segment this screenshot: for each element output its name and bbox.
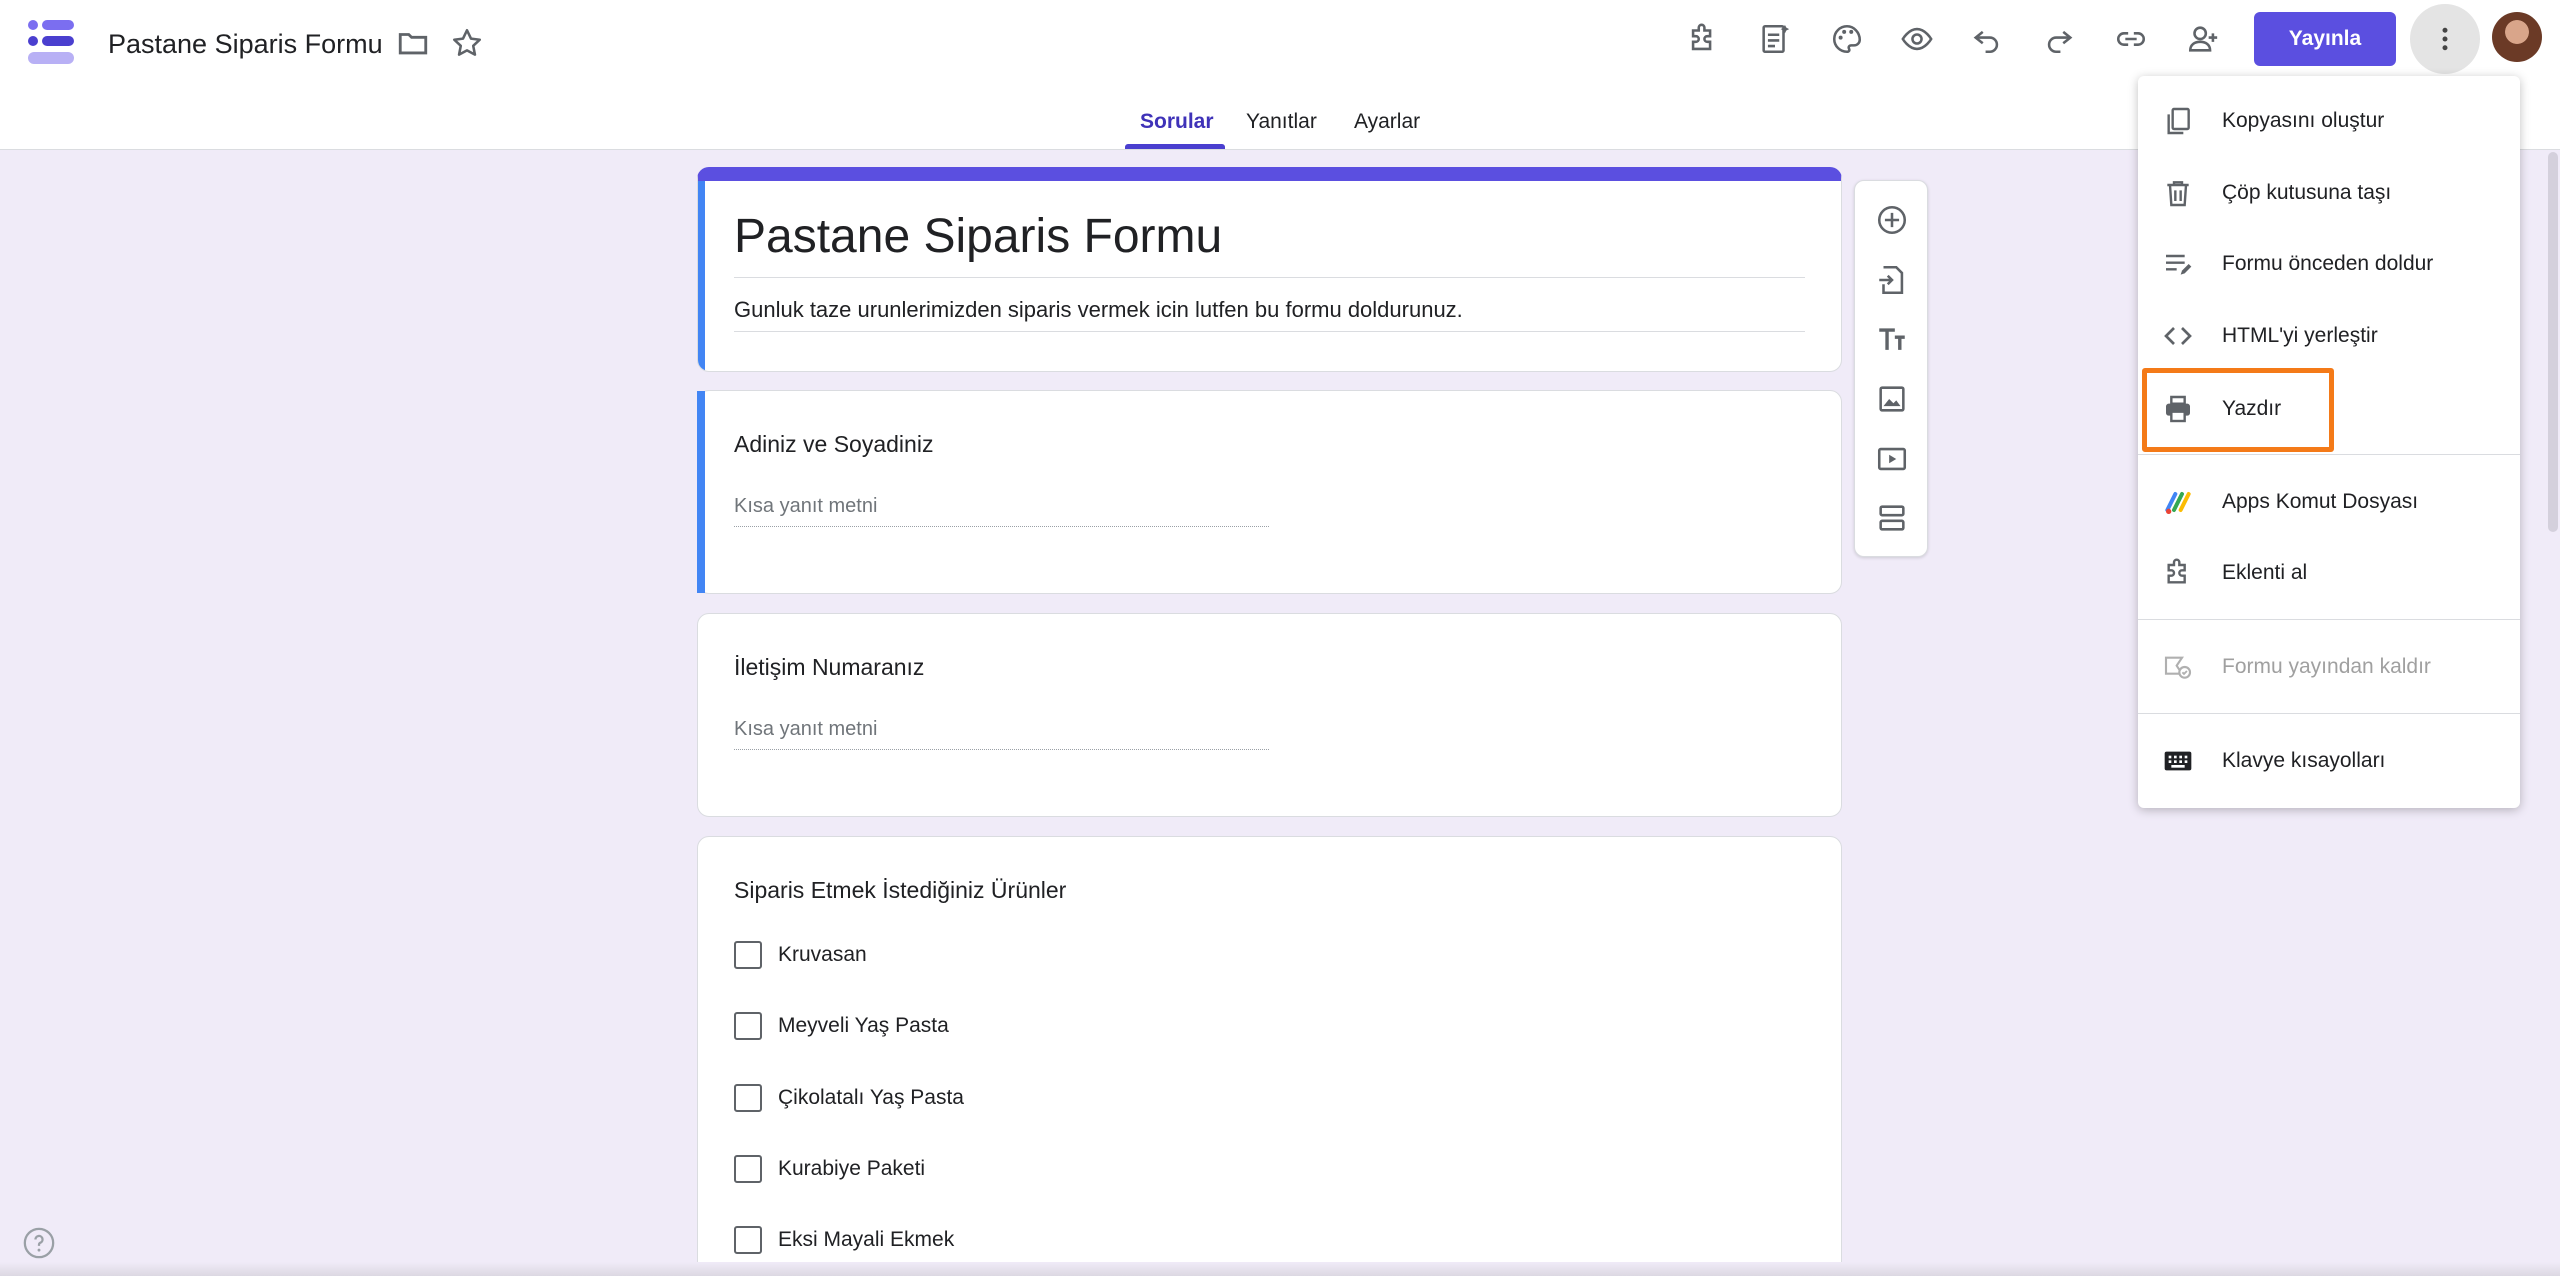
folder-icon[interactable] xyxy=(388,18,438,68)
checkbox[interactable] xyxy=(734,1226,762,1254)
short-answer-field[interactable]: Kısa yanıt metni xyxy=(734,718,1269,750)
menu-item-label: Kopyasını oluştur xyxy=(2222,109,2385,132)
preview-eye-icon[interactable] xyxy=(1892,14,1942,64)
unpublish-icon xyxy=(2160,649,2196,685)
scrollbar[interactable] xyxy=(2548,152,2558,532)
addons-icon[interactable] xyxy=(1678,14,1728,64)
import-questions-icon[interactable] xyxy=(1867,255,1917,305)
option-label: Kurabiye Paketi xyxy=(778,1157,926,1180)
divider xyxy=(734,277,1805,278)
more-vert-icon xyxy=(2442,27,2448,51)
add-section-icon[interactable] xyxy=(1867,493,1917,543)
checkbox[interactable] xyxy=(734,1084,762,1112)
avatar[interactable] xyxy=(2492,12,2542,62)
add-collaborator-icon[interactable] xyxy=(2178,14,2228,64)
more-options-menu: Kopyasını oluştur Çöp kutusuna taşı Form… xyxy=(2138,76,2520,808)
forms-logo-icon[interactable] xyxy=(24,18,80,68)
copy-icon xyxy=(2160,103,2196,139)
menu-item-unpublish: Formu yayından kaldır xyxy=(2138,632,2520,702)
apps-script-icon xyxy=(2160,484,2196,520)
question-title[interactable]: Adiniz ve Soyadiniz xyxy=(734,431,933,458)
palette-icon[interactable] xyxy=(1822,14,1872,64)
question-card-phone[interactable]: İletişim Numaranız Kısa yanıt metni xyxy=(697,613,1842,817)
undo-icon[interactable] xyxy=(1962,14,2012,64)
menu-item-make-copy[interactable]: Kopyasını oluştur xyxy=(2138,86,2520,156)
checkbox-option[interactable]: Meyveli Yaş Pasta xyxy=(734,1012,949,1040)
menu-item-keyboard-shortcuts[interactable]: Klavye kısayolları xyxy=(2138,726,2520,796)
checkbox[interactable] xyxy=(734,941,762,969)
form-description[interactable]: Gunluk taze urunlerimizden siparis verme… xyxy=(734,297,1463,323)
form-title[interactable]: Pastane Siparis Formu xyxy=(734,209,1222,264)
checkbox[interactable] xyxy=(734,1155,762,1183)
menu-divider xyxy=(2138,713,2520,714)
active-card-accent xyxy=(698,181,705,371)
ai-form-icon[interactable] xyxy=(1750,14,1800,64)
checkbox-option[interactable]: Kruvasan xyxy=(734,941,867,969)
document-title[interactable]: Pastane Siparis Formu xyxy=(108,26,383,62)
short-answer-field[interactable]: Kısa yanıt metni xyxy=(734,495,1269,527)
star-icon[interactable] xyxy=(442,18,492,68)
redo-icon[interactable] xyxy=(2034,14,2084,64)
option-label: Kruvasan xyxy=(778,943,867,966)
print-highlight-box xyxy=(2142,368,2334,452)
question-title[interactable]: Siparis Etmek İstediğiniz Ürünler xyxy=(734,877,1066,904)
checkbox-option[interactable]: Çikolatalı Yaş Pasta xyxy=(734,1084,964,1112)
checkbox[interactable] xyxy=(734,1012,762,1040)
add-image-icon[interactable] xyxy=(1867,374,1917,424)
menu-divider xyxy=(2138,619,2520,620)
menu-item-label: Klavye kısayolları xyxy=(2222,749,2386,772)
menu-item-label: Apps Komut Dosyası xyxy=(2222,490,2419,513)
menu-item-embed-html[interactable]: HTML'yi yerleştir xyxy=(2138,301,2520,371)
add-question-icon[interactable] xyxy=(1867,195,1917,245)
menu-item-label: HTML'yi yerleştir xyxy=(2222,324,2378,347)
tab-responses[interactable]: Yanıtlar xyxy=(1246,110,1317,134)
add-title-text-icon[interactable] xyxy=(1867,315,1917,365)
bottom-shadow xyxy=(0,1262,2560,1276)
menu-item-label: Eklenti al xyxy=(2222,561,2308,584)
prefill-icon xyxy=(2160,246,2196,282)
menu-item-label: Formu yayından kaldır xyxy=(2222,655,2431,678)
add-video-icon[interactable] xyxy=(1867,434,1917,484)
puzzle-icon xyxy=(2160,555,2196,591)
menu-item-apps-script[interactable]: Apps Komut Dosyası xyxy=(2138,467,2520,537)
help-icon[interactable] xyxy=(22,1226,56,1260)
keyboard-icon xyxy=(2160,743,2196,779)
publish-button[interactable]: Yayınla xyxy=(2254,12,2396,66)
question-title[interactable]: İletişim Numaranız xyxy=(734,654,924,681)
menu-item-move-to-trash[interactable]: Çöp kutusuna taşı xyxy=(2138,158,2520,228)
menu-item-label: Formu önceden doldur xyxy=(2222,252,2434,275)
link-icon[interactable] xyxy=(2106,14,2156,64)
checkbox-option[interactable]: Kurabiye Paketi xyxy=(734,1155,925,1183)
option-label: Çikolatalı Yaş Pasta xyxy=(778,1086,964,1109)
question-card-name[interactable]: Adiniz ve Soyadiniz Kısa yanıt metni xyxy=(697,390,1842,594)
menu-item-prefill-form[interactable]: Formu önceden doldur xyxy=(2138,229,2520,299)
tab-settings[interactable]: Ayarlar xyxy=(1354,110,1420,134)
option-label: Eksi Mayali Ekmek xyxy=(778,1228,955,1251)
menu-item-label: Çöp kutusuna taşı xyxy=(2222,181,2392,204)
option-label: Meyveli Yaş Pasta xyxy=(778,1014,949,1037)
tab-questions[interactable]: Sorular xyxy=(1140,110,1214,134)
trash-icon xyxy=(2160,175,2196,211)
menu-divider xyxy=(2138,454,2520,455)
active-tab-indicator xyxy=(1125,144,1225,149)
code-icon xyxy=(2160,318,2196,354)
divider xyxy=(734,331,1805,332)
floating-toolbar xyxy=(1854,180,1928,557)
question-card-products[interactable]: Siparis Etmek İstediğiniz Ürünler Kruvas… xyxy=(697,836,1842,1276)
active-card-accent xyxy=(697,391,705,593)
checkbox-option[interactable]: Eksi Mayali Ekmek xyxy=(734,1226,954,1254)
more-options-button[interactable] xyxy=(2410,4,2480,74)
form-title-card[interactable]: Pastane Siparis Formu Gunluk taze urunle… xyxy=(697,167,1842,372)
menu-item-get-addons[interactable]: Eklenti al xyxy=(2138,538,2520,608)
